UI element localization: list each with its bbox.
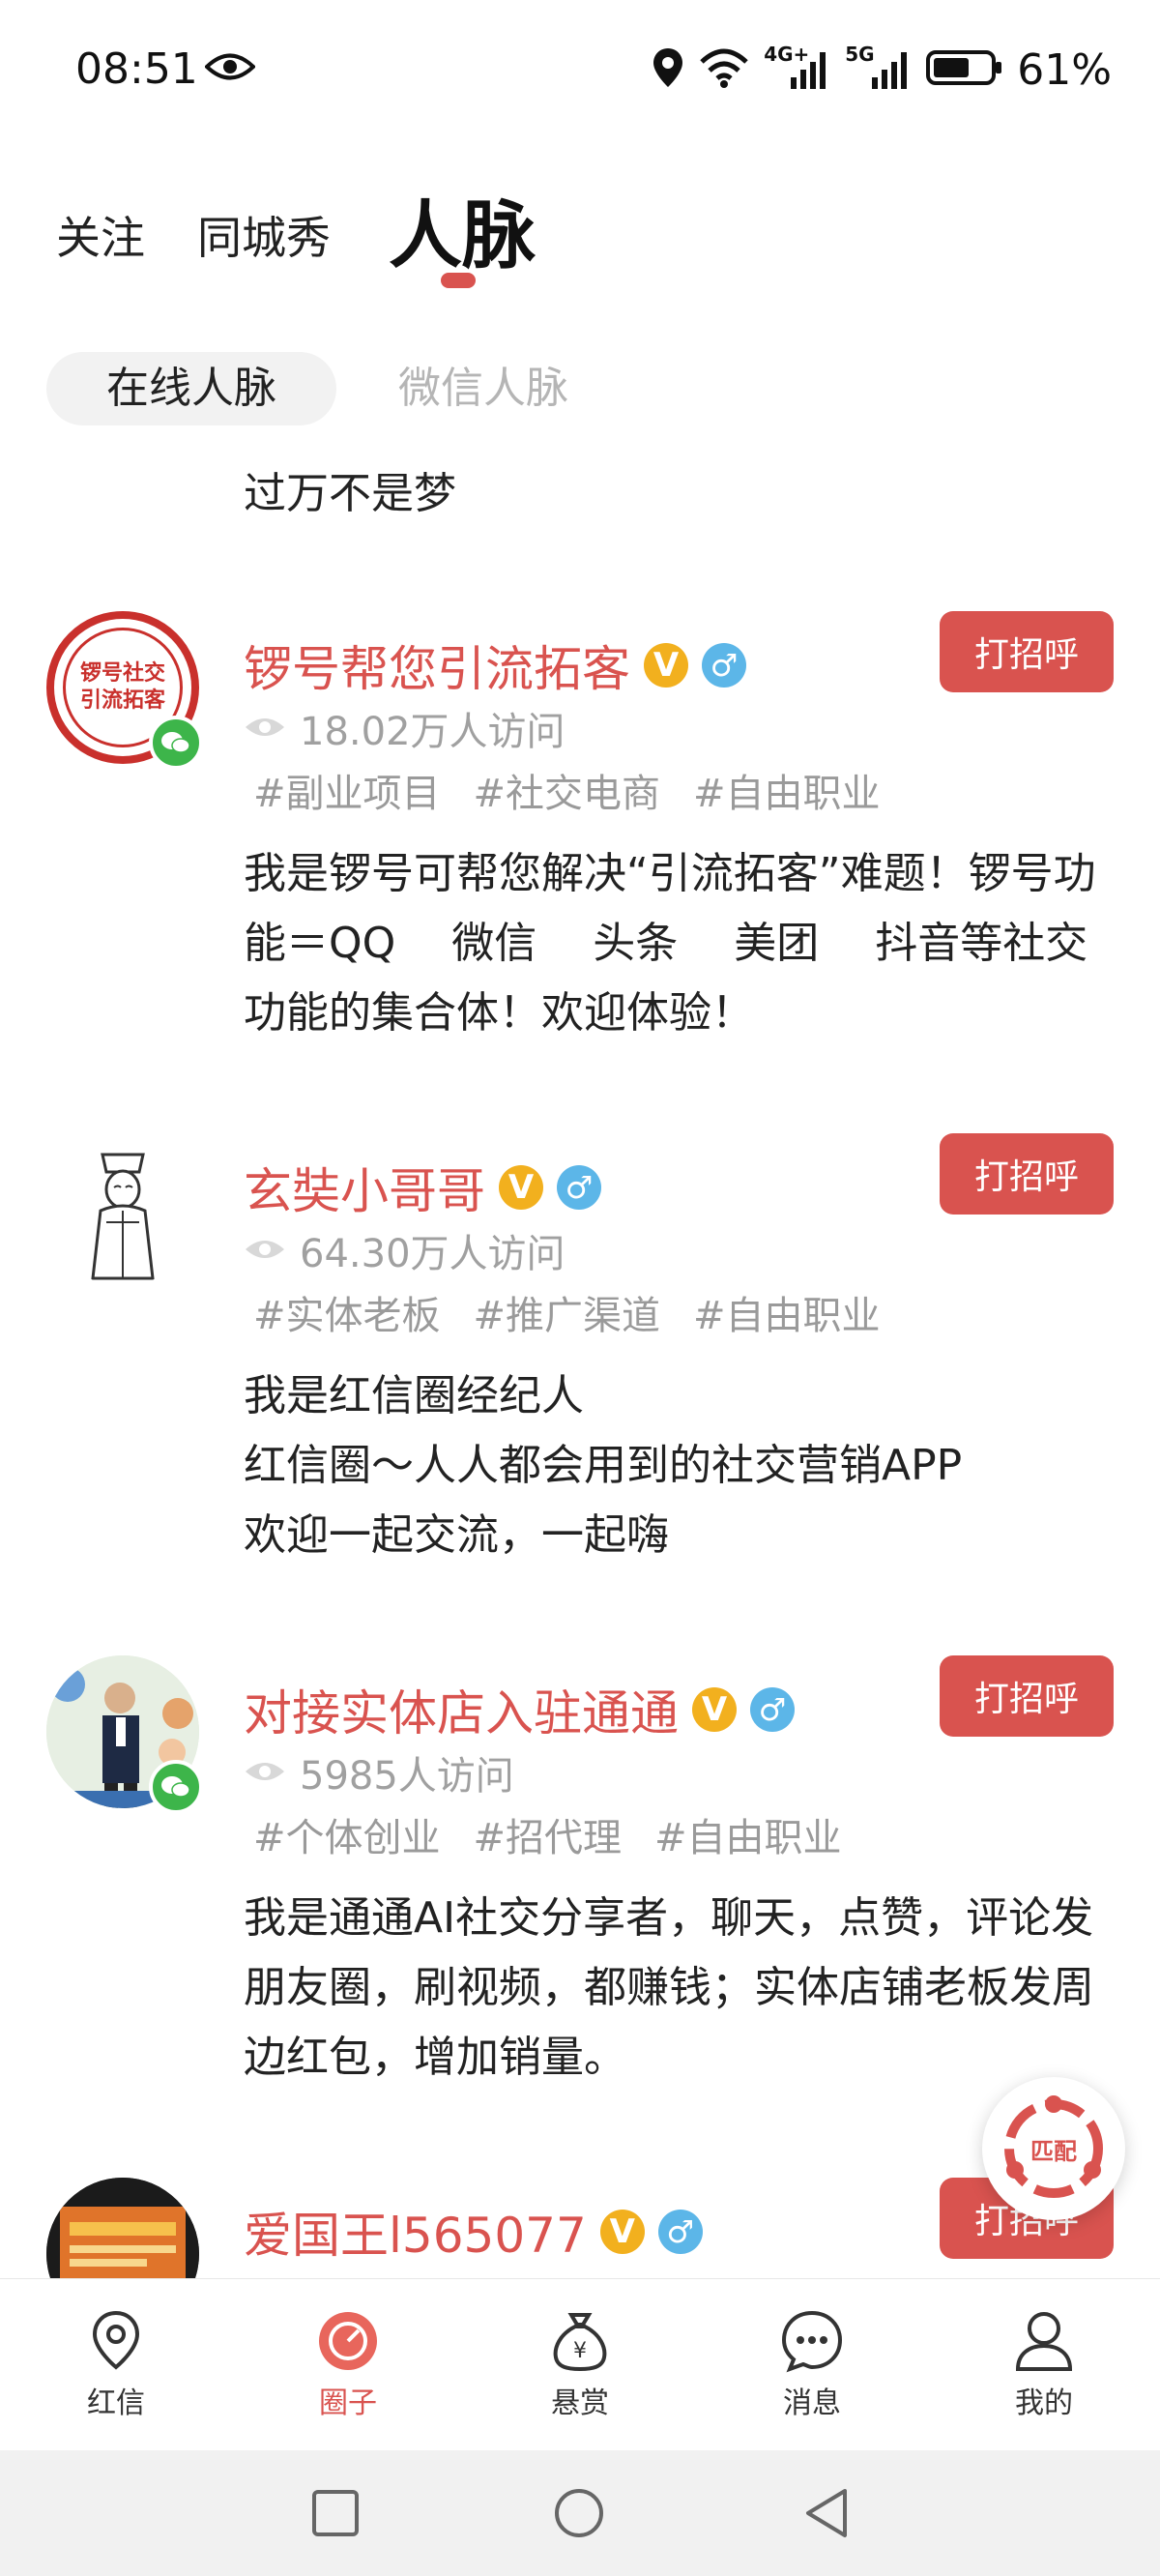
nav-item-circle[interactable]: 圈子 <box>251 2279 445 2451</box>
avatar[interactable] <box>46 2178 199 2278</box>
nav-item-me[interactable]: 我的 <box>947 2279 1141 2451</box>
wechat-badge-icon <box>149 716 203 770</box>
avatar[interactable] <box>46 1133 199 1286</box>
user-name[interactable]: 玄奘小哥哥 <box>244 1153 485 1222</box>
recent-apps-icon[interactable] <box>311 2489 360 2541</box>
wechat-badge-icon <box>149 1760 203 1814</box>
user-name-row[interactable]: 锣号帮您引流拓客 V ♂ <box>244 630 746 700</box>
greet-button[interactable]: 打招呼 <box>940 611 1114 692</box>
user-description: 我是通通AI社交分享者，聊天，点赞，评论发朋友圈，刷视频，都赚钱；实体店铺老板发… <box>244 1893 1094 2082</box>
greet-button[interactable]: 打招呼 <box>940 1133 1114 1215</box>
tab-connections[interactable]: 人脉 <box>389 176 536 282</box>
tag[interactable]: #招代理 <box>474 1806 623 1862</box>
circle-compass-icon <box>319 2312 377 2370</box>
money-bag-icon: ¥ <box>553 2313 607 2372</box>
user-name[interactable]: 锣号帮您引流拓客 <box>244 630 630 700</box>
subtab-online-connections[interactable]: 在线人脉 <box>46 352 336 425</box>
visit-count-text: 18.02万人访问 <box>300 710 566 754</box>
battery-percent: 61% <box>1017 44 1112 95</box>
user-card[interactable]: 玄奘小哥哥 V ♂ 64.30万人访问 #实体老板 #推广渠道 #自由职业 我是… <box>0 1122 1160 1586</box>
eye-icon <box>204 50 256 87</box>
visit-count-text: 64.30万人访问 <box>300 1232 566 1276</box>
svg-text:¥: ¥ <box>573 2339 587 2363</box>
battery-icon <box>926 48 1003 91</box>
active-tab-indicator <box>441 273 476 288</box>
monk-avatar-illustration <box>91 1153 155 1280</box>
nav-item-messages[interactable]: 消息 <box>715 2279 909 2451</box>
nav-label: 消息 <box>783 2386 841 2420</box>
nav-label: 我的 <box>1015 2386 1073 2420</box>
system-navigation-bar <box>0 2450 1160 2576</box>
user-name-row[interactable]: 对接实体店入驻通通 V ♂ <box>244 1675 795 1744</box>
bottom-navigation: 红信 圈子 ¥ 悬赏 消息 我的 <box>0 2278 1160 2451</box>
eye-view-icon <box>244 1750 286 1795</box>
vip-badge-icon: V <box>499 1165 543 1210</box>
person-icon <box>1015 2312 1073 2371</box>
tag-list: #个体创业 #招代理 #自由职业 <box>253 1806 842 1862</box>
visit-count: 64.30万人访问 <box>244 1222 566 1278</box>
tag[interactable]: #个体创业 <box>253 1806 441 1862</box>
tag[interactable]: #自由职业 <box>693 1284 881 1340</box>
user-description: 我是红信圈经纪人 红信圈～人人都会用到的社交营销APP 欢迎一起交流，一起嗨 <box>244 1371 963 1560</box>
greet-button[interactable]: 打招呼 <box>940 1655 1114 1737</box>
location-icon <box>652 46 684 93</box>
tag[interactable]: #副业项目 <box>253 762 441 818</box>
male-gender-icon: ♂ <box>657 2210 703 2254</box>
subtab-wechat-connections[interactable]: 微信人脉 <box>377 352 590 425</box>
tag-list: #实体老板 #推广渠道 #自由职业 <box>253 1284 881 1340</box>
tag[interactable]: #社交电商 <box>474 762 661 818</box>
user-name[interactable]: 对接实体店入驻通通 <box>244 1675 679 1744</box>
tag-list: #副业项目 #社交电商 #自由职业 <box>253 762 881 818</box>
male-gender-icon: ♂ <box>750 1687 795 1732</box>
signal-4g-icon: 4G+ <box>764 43 831 93</box>
nav-item-reward[interactable]: ¥ 悬赏 <box>483 2279 677 2451</box>
wifi-icon <box>698 46 750 93</box>
eye-view-icon <box>244 706 286 750</box>
tag[interactable]: #实体老板 <box>253 1284 441 1340</box>
vip-badge-icon: V <box>692 1687 737 1732</box>
eye-view-icon <box>244 1228 286 1273</box>
home-icon[interactable] <box>553 2487 605 2543</box>
status-indicators: 4G+ 5G 61% <box>652 43 1112 97</box>
nav-item-hongxin[interactable]: 红信 <box>19 2279 213 2451</box>
tag[interactable]: #自由职业 <box>654 1806 842 1862</box>
tab-follow[interactable]: 关注 <box>56 203 145 267</box>
vip-badge-icon: V <box>644 643 688 688</box>
male-gender-icon: ♂ <box>702 643 746 688</box>
visit-count: 5985人访问 <box>244 1744 514 1800</box>
status-time: 08:51 <box>75 44 198 94</box>
chat-bubble-icon <box>781 2310 843 2373</box>
nav-label: 红信 <box>87 2386 145 2420</box>
visit-count-text: 5985人访问 <box>300 1754 514 1799</box>
user-name-row[interactable]: 爱国王l565077 V ♂ <box>244 2197 703 2267</box>
back-icon[interactable] <box>802 2487 851 2543</box>
location-pin-icon <box>92 2310 140 2370</box>
user-card[interactable]: 爱国王l565077 V ♂ 打招呼 <box>0 2166 1160 2278</box>
visit-count: 18.02万人访问 <box>244 700 566 756</box>
user-description: 我是锣号可帮您解决“引流拓客”难题！锣号功能＝QQ 微信 头条 美团 抖音等社交… <box>244 849 1096 1038</box>
tag[interactable]: #自由职业 <box>693 762 881 818</box>
user-card[interactable]: 对接实体店入驻通通 V ♂ 5985人访问 #个体创业 #招代理 #自由职业 我… <box>0 1644 1160 2108</box>
promo-poster-avatar <box>46 2178 199 2278</box>
male-gender-icon: ♂ <box>557 1165 601 1210</box>
previous-card-description: 过万不是梦 <box>244 469 456 518</box>
tab-local-show[interactable]: 同城秀 <box>197 203 331 267</box>
status-bar: 08:51 4G+ 5G 61% <box>0 0 1160 135</box>
nav-label: 悬赏 <box>551 2386 609 2420</box>
match-label: 匹配 <box>1030 2137 1077 2165</box>
user-name-row[interactable]: 玄奘小哥哥 V ♂ <box>244 1153 601 1222</box>
vip-badge-icon: V <box>599 2210 645 2254</box>
tag[interactable]: #推广渠道 <box>474 1284 661 1340</box>
user-card[interactable]: 锣号社交 引流拓客 锣号帮您引流拓客 V ♂ 18.02万人访问 #副业项目 #… <box>0 600 1160 1064</box>
match-floating-button[interactable]: 匹配 <box>982 2077 1125 2220</box>
user-name[interactable]: 爱国王l565077 <box>244 2197 587 2267</box>
signal-5g-icon: 5G <box>845 43 913 93</box>
nav-label: 圈子 <box>319 2386 377 2420</box>
